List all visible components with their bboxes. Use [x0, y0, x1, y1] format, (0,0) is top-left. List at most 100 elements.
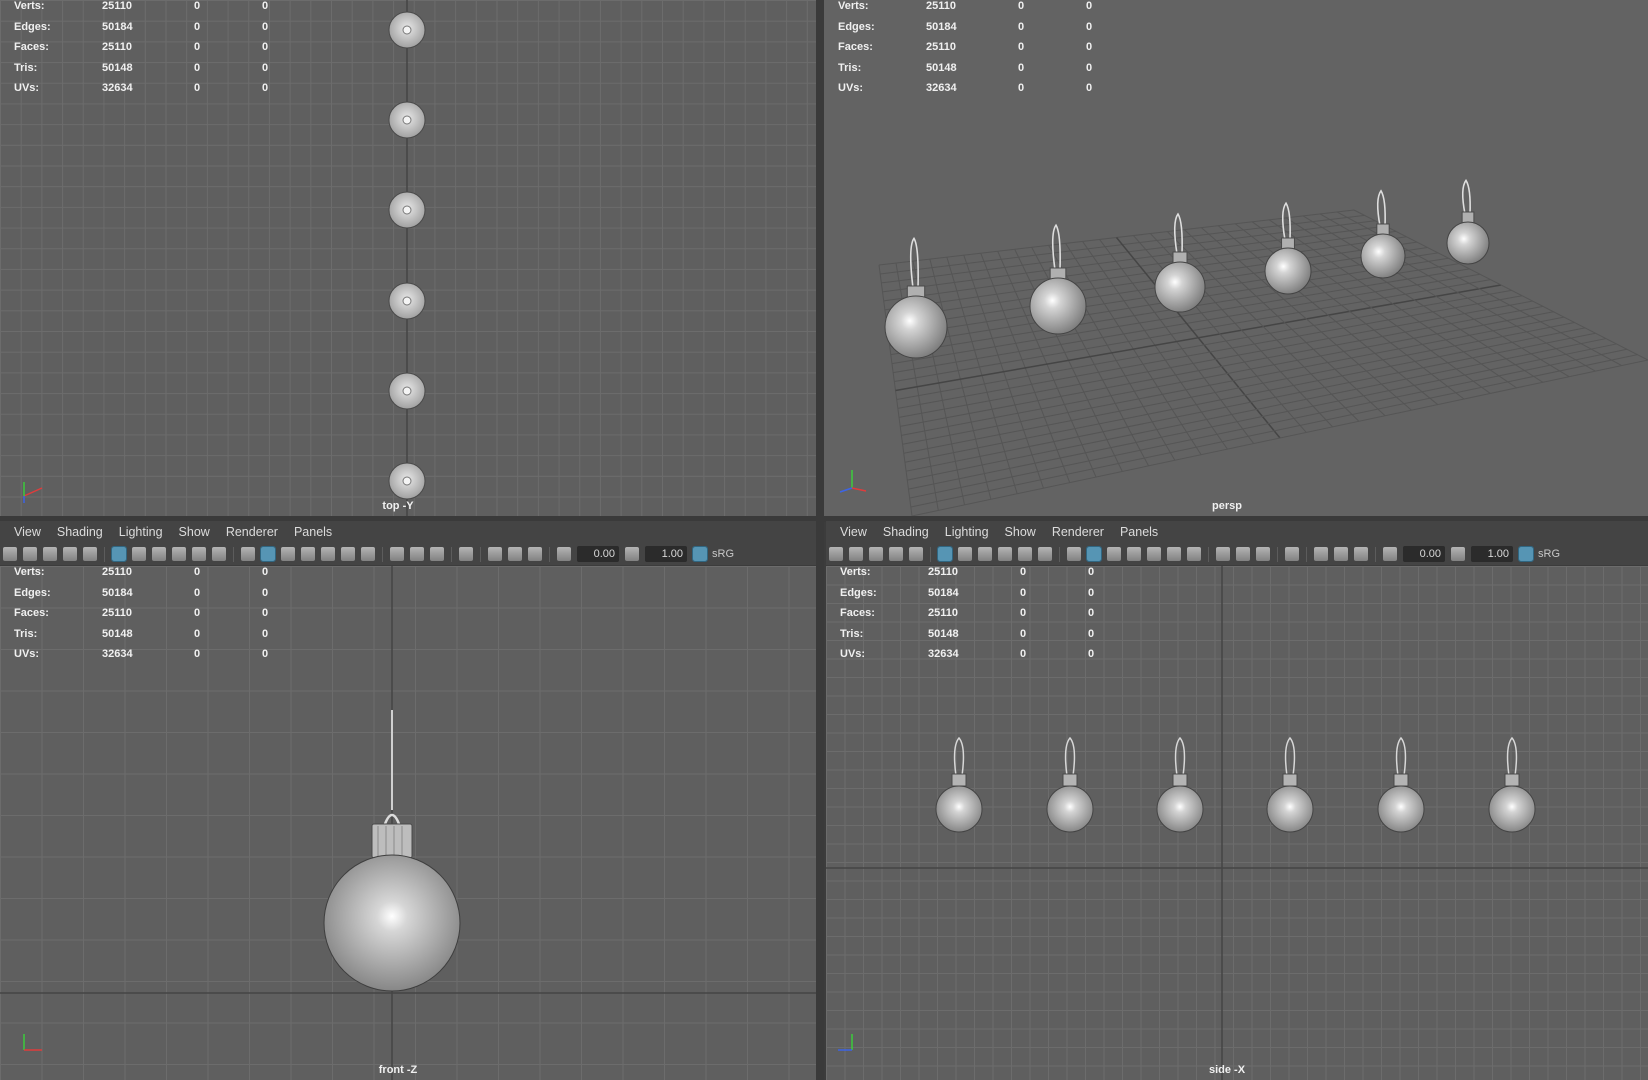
xray-icon[interactable]	[1314, 547, 1328, 561]
xray-active-icon[interactable]	[528, 547, 542, 561]
safe-title-icon[interactable]	[212, 547, 226, 561]
ornament-top-6[interactable]	[388, 462, 426, 500]
default-material-icon[interactable]	[281, 547, 295, 561]
xray-joints-icon[interactable]	[508, 547, 522, 561]
lights-icon[interactable]	[1147, 547, 1161, 561]
gamma-icon[interactable]	[1451, 547, 1465, 561]
ornament-side-6[interactable]	[1488, 736, 1536, 833]
motion-blur-icon[interactable]	[1216, 547, 1230, 561]
ornament-side-2[interactable]	[1046, 736, 1094, 833]
shadows-icon[interactable]	[341, 547, 355, 561]
ornament-top-1[interactable]	[388, 11, 426, 49]
motion-blur-icon[interactable]	[390, 547, 404, 561]
field-chart-icon[interactable]	[172, 547, 186, 561]
front-view-scene	[0, 566, 816, 1080]
bookmark-icon[interactable]	[43, 547, 57, 561]
camera-attributes-icon[interactable]	[849, 547, 863, 561]
film-gate-icon[interactable]	[937, 546, 953, 562]
film-gate-icon[interactable]	[111, 546, 127, 562]
ornament-top-3[interactable]	[388, 191, 426, 229]
exposure-field[interactable]: 0.00	[577, 546, 619, 562]
ambient-occlusion-icon[interactable]	[361, 547, 375, 561]
camera-attributes-icon[interactable]	[23, 547, 37, 561]
ambient-occlusion-icon[interactable]	[1187, 547, 1201, 561]
image-plane-icon[interactable]	[63, 547, 77, 561]
menu-panels[interactable]: Panels	[1120, 525, 1158, 539]
smooth-shade-icon[interactable]	[260, 546, 276, 562]
safe-title-icon[interactable]	[1038, 547, 1052, 561]
image-plane-icon[interactable]	[889, 547, 903, 561]
grid-icon[interactable]	[909, 547, 923, 561]
viewport-front[interactable]: Verts: 25110 0 0 Edges: 50184 0 0 Faces: 25110 0…	[0, 566, 816, 1080]
ornament-side-5[interactable]	[1377, 736, 1425, 833]
ornament-side-1[interactable]	[935, 736, 983, 833]
safe-action-icon[interactable]	[192, 547, 206, 561]
depth-of-field-icon[interactable]	[430, 547, 444, 561]
exposure-icon[interactable]	[557, 547, 571, 561]
camera-label: front -Z	[378, 1064, 418, 1076]
resolution-gate-icon[interactable]	[958, 547, 972, 561]
textured-icon[interactable]	[1127, 547, 1141, 561]
ornament-top-4[interactable]	[388, 282, 426, 320]
menu-panels[interactable]: Panels	[294, 525, 332, 539]
menu-shading[interactable]: Shading	[883, 525, 929, 539]
ornament-front[interactable]	[323, 710, 461, 992]
field-chart-icon[interactable]	[998, 547, 1012, 561]
camera-icon[interactable]	[829, 547, 843, 561]
ornament-side-3[interactable]	[1156, 736, 1204, 833]
panel-divider-vertical[interactable]	[816, 0, 824, 1080]
isolate-select-icon[interactable]	[1285, 547, 1299, 561]
viewport-side[interactable]: Verts: 25110 0 0 Edges: 50184 0 0 Faces: 25110 0…	[826, 566, 1648, 1080]
grid-icon[interactable]	[83, 547, 97, 561]
xray-joints-icon[interactable]	[1334, 547, 1348, 561]
bookmark-icon[interactable]	[869, 547, 883, 561]
menu-view[interactable]: View	[14, 525, 41, 539]
menu-renderer[interactable]: Renderer	[1052, 525, 1104, 539]
default-material-icon[interactable]	[1107, 547, 1121, 561]
depth-of-field-icon[interactable]	[1256, 547, 1270, 561]
ornament-persp-1[interactable]	[884, 236, 948, 359]
color-management-icon[interactable]	[692, 546, 708, 562]
gamma-icon[interactable]	[625, 547, 639, 561]
ornament-top-2[interactable]	[388, 101, 426, 139]
toolbar-separator	[1208, 546, 1209, 562]
viewport-persp[interactable]: Verts: 25110 0 0 Edges: 50184 0 0 Faces: 25110 0…	[824, 0, 1648, 516]
anti-alias-icon[interactable]	[410, 547, 424, 561]
menu-show[interactable]: Show	[179, 525, 210, 539]
menu-lighting[interactable]: Lighting	[119, 525, 163, 539]
grid-line	[909, 348, 1628, 499]
gate-mask-icon[interactable]	[152, 547, 166, 561]
wireframe-icon[interactable]	[241, 547, 255, 561]
menu-renderer[interactable]: Renderer	[226, 525, 278, 539]
lights-icon[interactable]	[321, 547, 335, 561]
wireframe-icon[interactable]	[1067, 547, 1081, 561]
anti-alias-icon[interactable]	[1236, 547, 1250, 561]
shadows-icon[interactable]	[1167, 547, 1181, 561]
safe-action-icon[interactable]	[1018, 547, 1032, 561]
isolate-select-icon[interactable]	[459, 547, 473, 561]
menu-show[interactable]: Show	[1005, 525, 1036, 539]
axis-gizmo-icon	[838, 1034, 853, 1051]
toolbar-separator	[549, 546, 550, 562]
gate-mask-icon[interactable]	[978, 547, 992, 561]
menu-shading[interactable]: Shading	[57, 525, 103, 539]
ornament-top-5[interactable]	[388, 372, 426, 410]
grid-line	[1302, 215, 1570, 378]
ornament-side-4[interactable]	[1266, 736, 1314, 833]
xray-icon[interactable]	[488, 547, 502, 561]
menu-view[interactable]: View	[840, 525, 867, 539]
ornament-persp-6[interactable]	[1446, 178, 1490, 265]
exposure-field[interactable]: 0.00	[1403, 546, 1445, 562]
viewport-top[interactable]: Verts: 25110 0 0 Edges: 50184 0 0 Faces: 25110 0…	[0, 0, 816, 516]
xray-active-icon[interactable]	[1354, 547, 1368, 561]
resolution-gate-icon[interactable]	[132, 547, 146, 561]
gamma-field[interactable]: 1.00	[645, 546, 687, 562]
smooth-shade-icon[interactable]	[1086, 546, 1102, 562]
menu-lighting[interactable]: Lighting	[945, 525, 989, 539]
ornament-persp-5[interactable]	[1360, 189, 1406, 279]
textured-icon[interactable]	[301, 547, 315, 561]
color-management-icon[interactable]	[1518, 546, 1534, 562]
camera-icon[interactable]	[3, 547, 17, 561]
exposure-icon[interactable]	[1383, 547, 1397, 561]
gamma-field[interactable]: 1.00	[1471, 546, 1513, 562]
